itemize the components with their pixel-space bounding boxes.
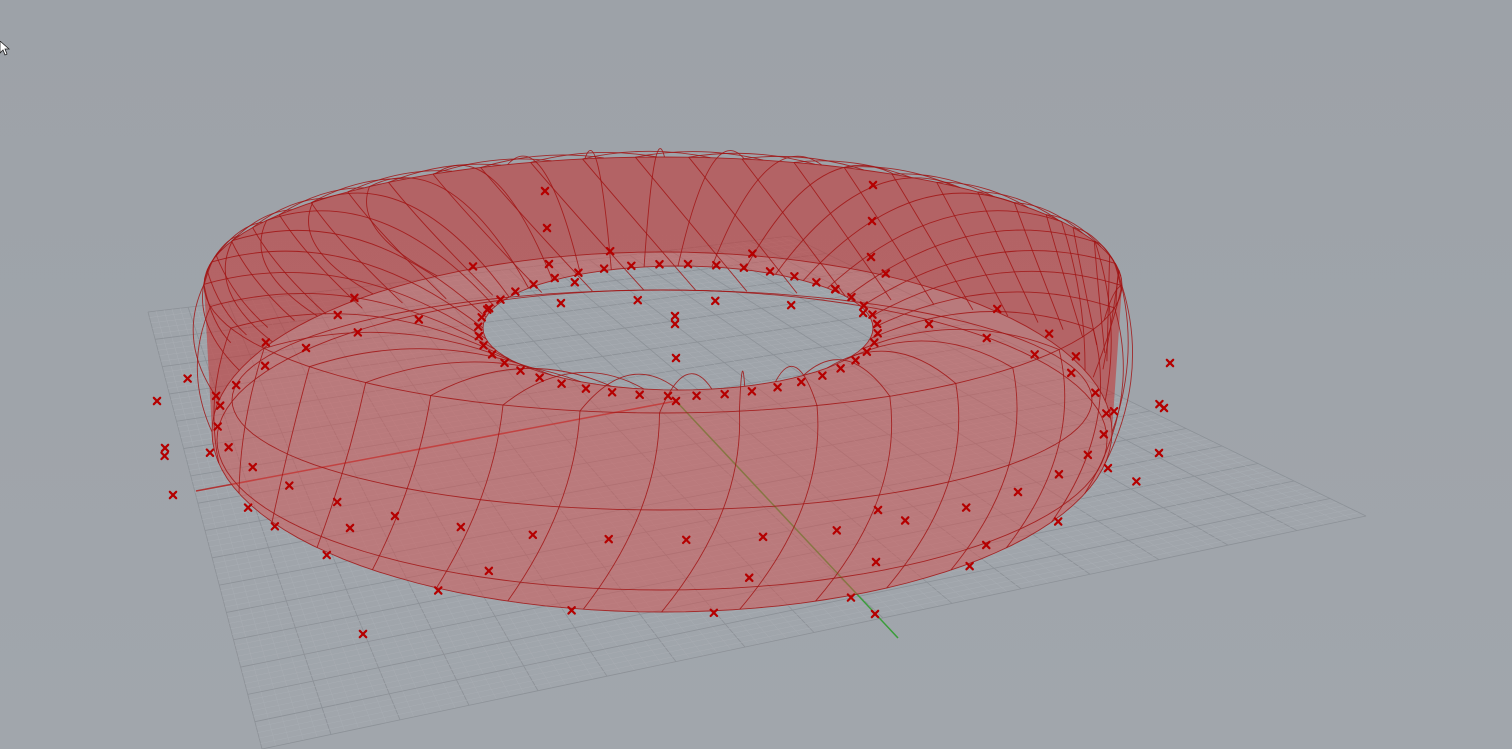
control-point-marker[interactable]	[152, 396, 162, 406]
control-point-marker[interactable]	[633, 295, 643, 305]
torus-surface[interactable]	[192, 148, 1133, 613]
control-point-marker[interactable]	[243, 503, 253, 512]
control-point-marker[interactable]	[570, 277, 580, 287]
viewport-canvas[interactable]	[0, 0, 1512, 749]
control-point-marker[interactable]	[168, 490, 178, 500]
control-point-marker[interactable]	[183, 374, 192, 383]
control-point-marker[interactable]	[858, 308, 868, 318]
control-point-marker[interactable]	[1132, 477, 1141, 486]
control-point-marker[interactable]	[322, 550, 332, 560]
control-point-marker[interactable]	[160, 451, 169, 461]
surface-front-band	[212, 252, 1112, 612]
control-point-marker[interactable]	[1159, 403, 1169, 413]
control-point-marker[interactable]	[160, 443, 170, 453]
control-point-marker[interactable]	[670, 319, 680, 329]
control-point-marker[interactable]	[786, 300, 796, 310]
control-point-marker[interactable]	[358, 629, 368, 639]
control-point-marker[interactable]	[556, 298, 566, 308]
control-point-marker[interactable]	[965, 561, 974, 571]
control-point-marker[interactable]	[1165, 358, 1175, 368]
perspective-viewport[interactable]	[0, 0, 1512, 749]
mouse-cursor-icon	[0, 41, 10, 56]
control-point-marker[interactable]	[205, 448, 215, 458]
